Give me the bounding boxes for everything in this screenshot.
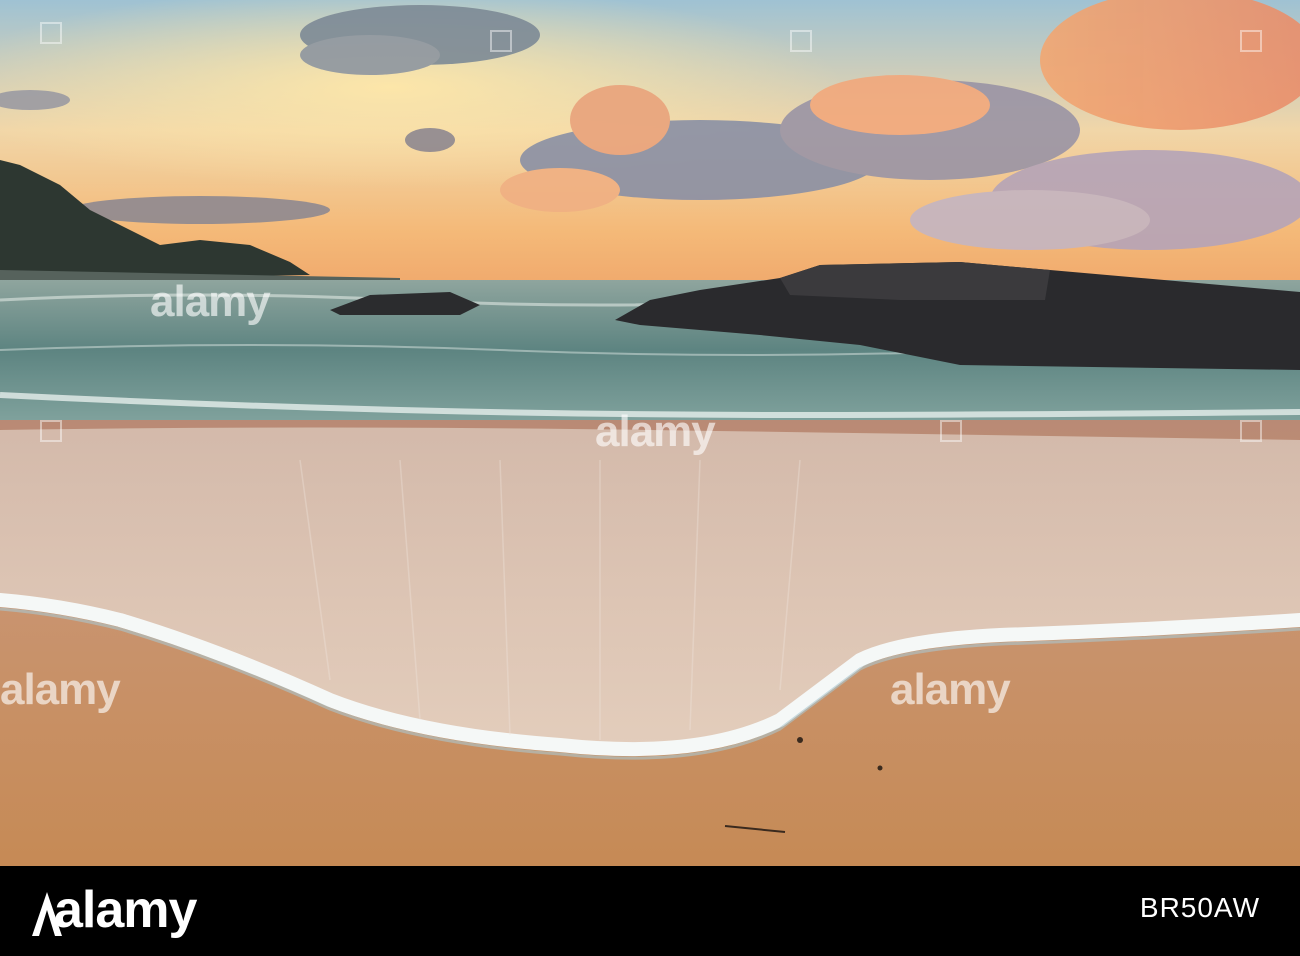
watermark-square-icon	[40, 420, 62, 442]
watermark-square-icon	[790, 30, 812, 52]
footer-bar: alamy BR50AW	[0, 866, 1300, 956]
watermark-square-icon	[1240, 420, 1262, 442]
beach-sunset-photo: alamy alamy alamy alamy	[0, 0, 1300, 866]
watermark-square-icon	[940, 420, 962, 442]
brand-logo-text: alamy	[54, 881, 197, 939]
watermark-text: alamy	[150, 277, 271, 326]
watermark-text: alamy	[0, 665, 121, 714]
watermark-text: alamy	[890, 665, 1011, 714]
watermark-square-icon	[490, 30, 512, 52]
watermark-text: alamy	[595, 407, 716, 456]
watermark-square-icon	[1240, 30, 1262, 52]
watermark-square-icon	[40, 22, 62, 44]
image-code: BR50AW	[1139, 892, 1260, 923]
image-frame: alamy alamy alamy alamy alamy BR50AW	[0, 0, 1300, 956]
